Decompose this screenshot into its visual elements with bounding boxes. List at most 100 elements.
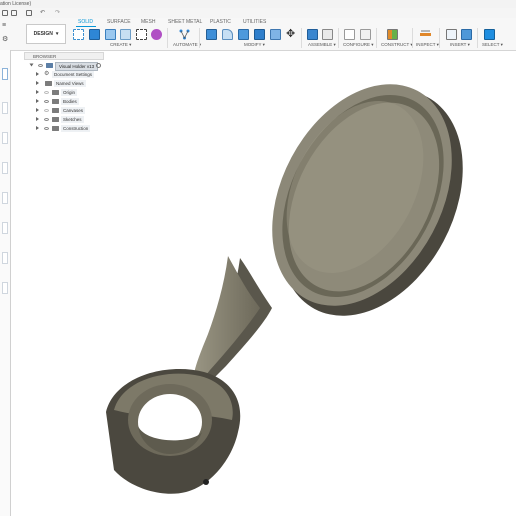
box-icon[interactable] <box>136 29 147 40</box>
tab-plastic[interactable]: PLASTIC <box>210 19 231 25</box>
target-icon[interactable] <box>96 63 101 68</box>
automate-icon[interactable] <box>179 29 190 40</box>
workspace-switcher[interactable]: DESIGN ▾ <box>26 24 66 44</box>
tab-surface[interactable]: SURFACE <box>107 19 131 25</box>
folder-icon <box>52 108 59 113</box>
press-pull-icon[interactable] <box>206 29 217 40</box>
joint-icon[interactable] <box>322 29 333 40</box>
browser-item[interactable]: Origin <box>24 89 114 97</box>
sidebar-tab[interactable] <box>2 252 8 264</box>
browser-item[interactable]: Sketches <box>24 116 114 124</box>
separator <box>167 28 168 48</box>
sidebar-tab[interactable] <box>2 102 8 114</box>
grid-icon[interactable] <box>2 10 8 16</box>
sidebar-tab[interactable] <box>2 162 8 174</box>
table-icon[interactable] <box>344 29 355 40</box>
window-title: ation License) <box>0 1 32 7</box>
chamfer-icon[interactable] <box>238 29 249 40</box>
configure-icon[interactable] <box>360 29 371 40</box>
collapse-icon[interactable] <box>29 63 34 67</box>
chevron-down-icon: ▾ <box>55 31 59 37</box>
offset-plane-icon[interactable] <box>387 29 398 40</box>
sidebar-tab[interactable] <box>2 222 8 234</box>
combine-icon[interactable] <box>270 29 281 40</box>
expand-icon[interactable] <box>36 90 39 94</box>
visibility-icon[interactable] <box>44 99 49 103</box>
separator <box>477 28 478 48</box>
new-component-icon[interactable] <box>307 29 318 40</box>
folder-icon <box>45 81 52 86</box>
browser-header[interactable]: BROWSER <box>24 52 104 60</box>
undo-icon[interactable]: ↶ <box>40 9 45 16</box>
sidebar-tab[interactable] <box>2 192 8 204</box>
browser-item[interactable]: ⚙ Document Settings <box>24 71 114 79</box>
visibility-icon[interactable] <box>44 108 49 112</box>
browser-item-label: Sketches <box>61 116 84 123</box>
create-menu[interactable]: CREATE ▾ <box>110 42 131 48</box>
assemble-menu[interactable]: ASSEMBLE ▾ <box>308 42 336 48</box>
expand-icon[interactable] <box>36 117 39 121</box>
visibility-icon[interactable] <box>38 63 43 67</box>
separator <box>338 28 339 48</box>
browser-item-label: Document Settings <box>52 71 95 78</box>
expand-icon[interactable] <box>36 99 39 103</box>
sidebar-tab[interactable] <box>2 132 8 144</box>
shell-icon[interactable] <box>254 29 265 40</box>
measure-icon[interactable] <box>420 29 431 40</box>
expand-icon[interactable] <box>36 81 39 85</box>
browser-item-label: Named Views <box>54 80 86 87</box>
modify-menu[interactable]: MODIFY ▾ <box>244 42 265 48</box>
construct-menu[interactable]: CONSTRUCT ▾ <box>381 42 413 48</box>
browser-item-label: Origin <box>61 89 78 96</box>
browser-title: BROWSER <box>33 54 57 59</box>
active-tab-indicator <box>76 26 96 27</box>
tab-utilities[interactable]: UTILITIES <box>243 19 266 25</box>
browser-root-row[interactable]: Visual Holder v13 <box>24 62 114 71</box>
insert-derive-icon[interactable] <box>446 29 457 40</box>
hole-icon[interactable] <box>120 29 131 40</box>
screw-hole <box>203 479 209 485</box>
tab-solid[interactable]: SOLID <box>78 19 93 25</box>
revolve-icon[interactable] <box>105 29 116 40</box>
expand-icon[interactable] <box>36 72 39 76</box>
expand-icon[interactable] <box>36 108 39 112</box>
browser-root-label: Visual Holder v13 <box>55 62 99 71</box>
browser-item[interactable]: Construction <box>24 125 114 133</box>
folder-icon <box>52 90 59 95</box>
extrude-icon[interactable] <box>89 29 100 40</box>
select-icon[interactable] <box>484 29 495 40</box>
visibility-icon[interactable] <box>44 126 49 130</box>
back-icon[interactable]: ≡ <box>2 22 6 29</box>
inspect-menu[interactable]: INSPECT ▾ <box>416 42 439 48</box>
gear-icon: ⚙ <box>44 71 50 77</box>
folder-icon <box>52 99 59 104</box>
visibility-icon[interactable] <box>44 90 49 94</box>
redo-icon[interactable]: ↷ <box>55 9 60 16</box>
fillet-icon[interactable] <box>222 29 233 40</box>
visibility-icon[interactable] <box>44 117 49 121</box>
create-sketch-icon[interactable] <box>73 29 84 40</box>
gear-icon[interactable]: ⚙ <box>2 35 8 43</box>
form-icon[interactable] <box>151 29 162 40</box>
configure-menu[interactable]: CONFIGURE ▾ <box>343 42 374 48</box>
insert-image-icon[interactable] <box>461 29 472 40</box>
select-menu[interactable]: SELECT ▾ <box>482 42 503 48</box>
separator <box>301 28 302 48</box>
browser-item[interactable]: Named Views <box>24 80 114 88</box>
save-icon[interactable] <box>26 10 32 16</box>
browser-item[interactable]: Bodies <box>24 98 114 106</box>
file-icon[interactable] <box>11 10 17 16</box>
sidebar-tab[interactable] <box>2 68 8 80</box>
browser-item[interactable]: Canvases <box>24 107 114 115</box>
automate-menu[interactable]: AUTOMATE ▾ <box>173 42 201 48</box>
separator <box>439 28 440 48</box>
sidebar-tab[interactable] <box>2 282 8 294</box>
workspace-label: DESIGN <box>33 31 53 37</box>
move-icon[interactable]: ✥ <box>286 29 297 40</box>
browser-item-label: Construction <box>61 125 91 132</box>
tab-sheet-metal[interactable]: SHEET METAL <box>168 19 202 25</box>
tab-mesh[interactable]: MESH <box>141 19 155 25</box>
insert-menu[interactable]: INSERT ▾ <box>450 42 470 48</box>
expand-icon[interactable] <box>36 126 39 130</box>
browser-item-label: Canvases <box>61 107 86 114</box>
